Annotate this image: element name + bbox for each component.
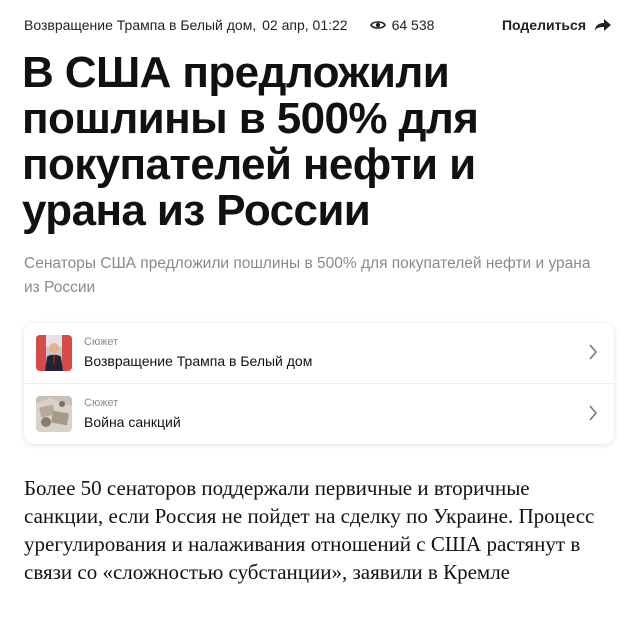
article-subtitle: Сенаторы США предложили пошлины в 500% д…	[24, 255, 591, 296]
article-lead: Более 50 сенаторов поддержали первичные …	[24, 476, 595, 584]
story-label: Сюжет	[84, 397, 119, 409]
views-counter: 64 538	[369, 17, 435, 33]
article-title: В США предложили пошлины в 500% для поку…	[22, 48, 479, 235]
share-button[interactable]: Поделиться	[502, 17, 612, 33]
story-name: Возвращение Трампа в Белый дом	[84, 353, 313, 369]
publish-datetime: 02 апр, 01:22	[262, 17, 348, 33]
chevron-right-icon	[589, 405, 598, 421]
story-card: Сюжет Возвращение Трампа в Белый дом Сюж…	[24, 323, 614, 444]
story-breadcrumb[interactable]: Возвращение Трампа в Белый дом, 02 апр, …	[24, 17, 348, 33]
story-name: Война санкций	[84, 414, 181, 430]
article-meta: Возвращение Трампа в Белый дом, 02 апр, …	[24, 14, 612, 36]
views-count: 64 538	[391, 17, 435, 33]
article-page: Возвращение Трампа в Белый дом, 02 апр, …	[0, 0, 636, 625]
chevron-right-icon	[589, 344, 598, 360]
story-link-sanctions[interactable]: Сюжет Война санкций	[24, 383, 614, 444]
story-thumbnail-sanctions	[36, 396, 72, 432]
share-arrow-icon	[595, 19, 611, 31]
share-label: Поделиться	[501, 17, 586, 33]
story-label: Сюжет	[84, 336, 119, 348]
story-link-trump[interactable]: Сюжет Возвращение Трампа в Белый дом	[24, 323, 614, 383]
eye-icon	[369, 21, 386, 29]
story-breadcrumb-label: Возвращение Трампа в Белый дом	[24, 17, 253, 33]
story-thumbnail-trump	[36, 335, 72, 371]
